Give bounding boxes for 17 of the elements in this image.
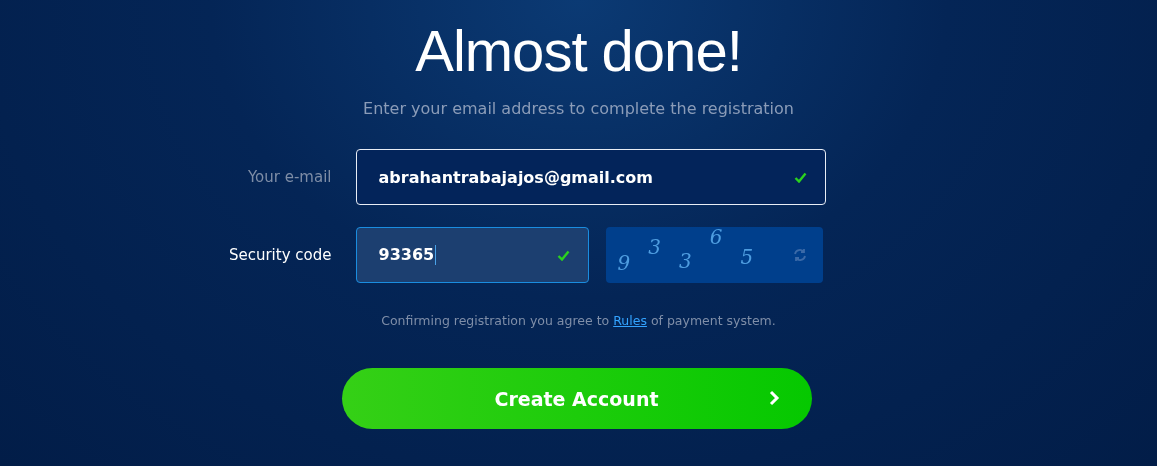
email-field[interactable]: abrahantrabajajos@gmail.com	[355, 149, 826, 205]
captcha-character: 3	[648, 235, 661, 259]
check-icon	[556, 249, 570, 261]
field-label: Your e-mail	[247, 168, 332, 186]
captcha-character: 3	[678, 249, 692, 273]
chevron-icon	[768, 390, 780, 406]
terms-text: Confirming registration you agree to Rules of payment system.	[381, 313, 776, 328]
subtitle: Enter your email address to complete the registration	[363, 98, 794, 120]
page-title: Almost done!	[415, 18, 742, 84]
captcha-character: 9	[617, 251, 631, 275]
security-code-field[interactable]: 93365	[355, 227, 589, 283]
refresh-icon[interactable]	[792, 248, 807, 262]
captcha-character: 6	[709, 225, 723, 249]
check-icon	[793, 171, 807, 183]
captcha-character: 5	[740, 245, 754, 269]
rules-link[interactable]: Rules	[613, 313, 647, 328]
field-label: Security code	[228, 246, 332, 264]
